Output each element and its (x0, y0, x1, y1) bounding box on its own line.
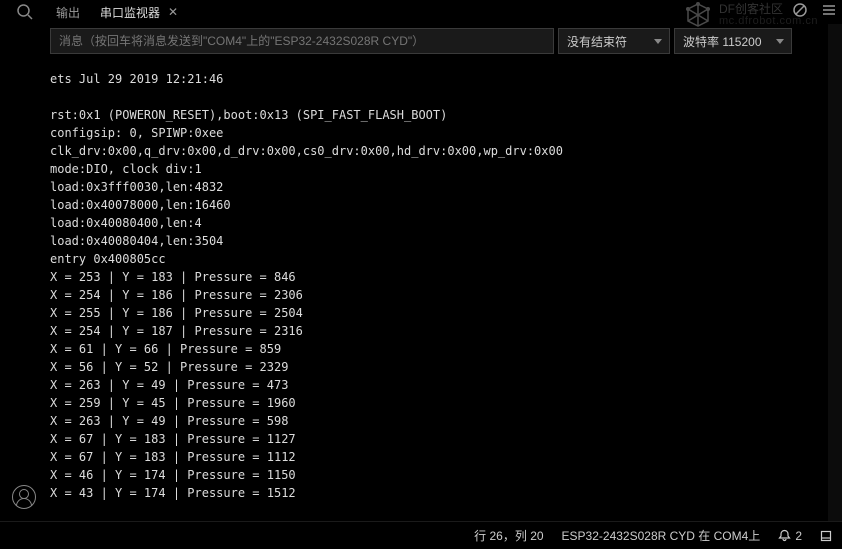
control-row: 没有结束符 波特率 115200 (0, 24, 842, 58)
footer-close-icon[interactable] (820, 530, 832, 542)
tab-output-label: 输出 (56, 4, 80, 21)
scrollbar[interactable] (828, 24, 842, 521)
menu-icon[interactable] (822, 3, 836, 22)
line-ending-select[interactable]: 没有结束符 (558, 28, 670, 54)
bell-icon (778, 529, 791, 542)
disable-icon[interactable] (792, 2, 808, 23)
baud-value: 波特率 115200 (683, 33, 762, 50)
cursor-position: 行 26，列 20 (474, 527, 543, 544)
close-icon[interactable]: ✕ (168, 5, 178, 19)
top-right-controls (792, 0, 836, 24)
account-icon[interactable] (12, 485, 36, 509)
line-ending-value: 没有结束符 (567, 33, 627, 50)
tab-serial-monitor[interactable]: 串口监视器 ✕ (90, 1, 188, 24)
tab-bar: 输出 串口监视器 ✕ (0, 0, 842, 24)
notification-count: 2 (795, 529, 802, 543)
tab-serial-label: 串口监视器 (100, 4, 160, 21)
serial-message-input[interactable] (50, 28, 554, 54)
board-port[interactable]: ESP32-2432S028R CYD 在 COM4上 (562, 527, 761, 544)
serial-terminal: ets Jul 29 2019 12:21:46 rst:0x1 (POWERO… (0, 58, 842, 516)
tab-output[interactable]: 输出 (46, 1, 90, 24)
search-icon[interactable] (16, 3, 34, 26)
notifications[interactable]: 2 (778, 529, 802, 543)
status-bar: 行 26，列 20 ESP32-2432S028R CYD 在 COM4上 2 (0, 521, 842, 549)
baud-select[interactable]: 波特率 115200 (674, 28, 792, 54)
